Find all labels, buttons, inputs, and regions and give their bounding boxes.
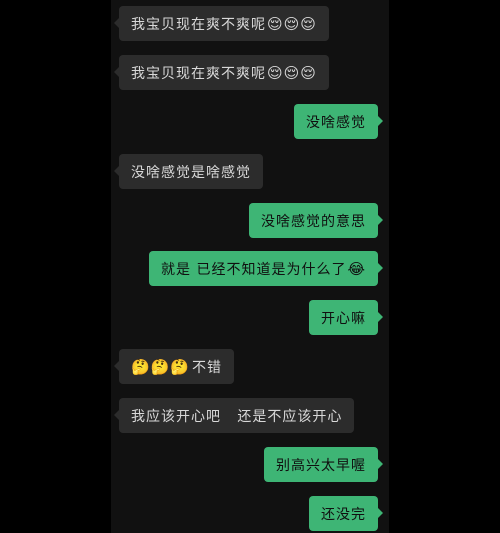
message-text: 开心嘛 — [321, 310, 366, 327]
message-bubble[interactable]: 还没完 — [309, 496, 383, 531]
message-text: 还没完 — [321, 506, 366, 523]
message-text: 别高兴太早喔 — [276, 457, 366, 474]
message-row: 没啥感觉 — [294, 104, 383, 139]
message-row: 没啥感觉的意思 — [249, 203, 383, 238]
message-text: 就是 已经不知道是为什么了 — [161, 261, 347, 278]
message-row: 还没完 — [309, 496, 383, 531]
laughing-face-emoji: 😂 — [347, 259, 366, 278]
message-bubble[interactable]: 我宝贝现在爽不爽呢 😌😌😌 — [114, 55, 329, 90]
message-text: 没啥感觉的意思 — [261, 213, 366, 230]
message-bubble[interactable]: 没啥感觉是啥感觉 — [114, 154, 263, 189]
message-row: 别高兴太早喔 — [264, 447, 383, 482]
message-row: 我应该开心吧 还是不应该开心 — [113, 398, 355, 433]
message-row: 我宝贝现在爽不爽呢 😌😌😌 — [114, 6, 329, 41]
message-bubble[interactable]: 🤔🤔🤔 不错 — [113, 349, 235, 384]
message-row: 就是 已经不知道是为什么了 😂 — [149, 251, 383, 286]
message-bubble[interactable]: 我宝贝现在爽不爽呢 😌😌😌 — [114, 6, 329, 41]
chat-screen: 我宝贝现在爽不爽呢 😌😌😌 我宝贝现在爽不爽呢 😌😌😌 没啥感觉 没啥感觉是啥感… — [111, 0, 389, 533]
message-bubble[interactable]: 就是 已经不知道是为什么了 😂 — [149, 251, 383, 286]
message-text: 没啥感觉 — [306, 114, 366, 131]
message-text: 不错 — [192, 359, 223, 376]
message-bubble[interactable]: 我应该开心吧 还是不应该开心 — [113, 398, 355, 433]
message-text: 我宝贝现在爽不爽呢 — [131, 65, 266, 82]
message-row: 我宝贝现在爽不爽呢 😌😌😌 — [114, 55, 329, 90]
message-bubble[interactable]: 没啥感觉的意思 — [249, 203, 383, 238]
message-bubble[interactable]: 开心嘛 — [309, 300, 383, 335]
thinking-face-emoji: 🤔🤔🤔 — [131, 357, 191, 376]
relieved-face-emoji: 😌😌😌 — [267, 14, 317, 33]
message-text: 我应该开心吧 还是不应该开心 — [131, 408, 343, 425]
message-text: 我宝贝现在爽不爽呢 — [131, 16, 266, 33]
message-row: 🤔🤔🤔 不错 — [113, 349, 235, 384]
message-text: 没啥感觉是啥感觉 — [131, 164, 251, 181]
message-bubble[interactable]: 别高兴太早喔 — [264, 447, 383, 482]
message-row: 没啥感觉是啥感觉 — [114, 154, 263, 189]
relieved-face-emoji: 😌😌😌 — [267, 63, 317, 82]
message-bubble[interactable]: 没啥感觉 — [294, 104, 383, 139]
message-row: 开心嘛 — [309, 300, 383, 335]
